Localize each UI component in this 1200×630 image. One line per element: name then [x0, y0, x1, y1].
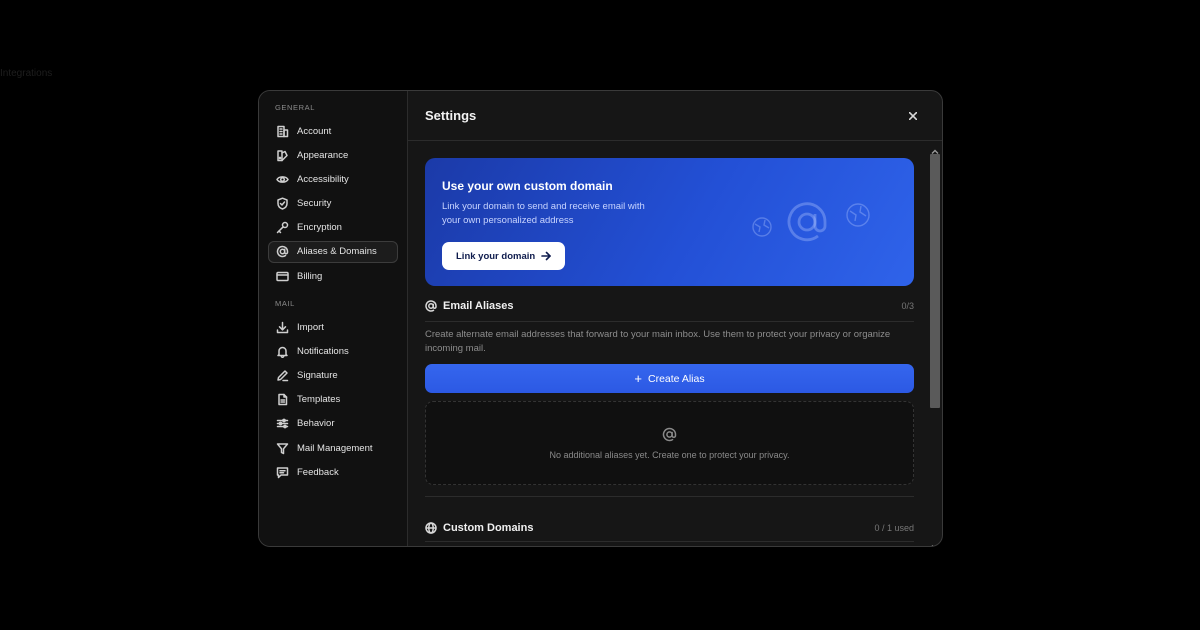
at-sign-icon — [425, 300, 437, 312]
sidebar-item-label: Appearance — [297, 149, 349, 161]
empty-state-text: No additional aliases yet. Create one to… — [549, 449, 790, 460]
background-ghost-text: Integrations — [0, 68, 53, 79]
sidebar-item-signature[interactable]: Signature — [268, 365, 398, 387]
sidebar-item-label: Accessibility — [297, 173, 349, 185]
sidebar-item-label: Encryption — [297, 222, 342, 234]
section-label-general: GENERAL — [275, 103, 316, 112]
key-icon — [276, 221, 289, 234]
scrollbar[interactable] — [928, 141, 942, 546]
file-icon — [276, 393, 289, 406]
email-aliases-title: Email Aliases — [425, 300, 514, 312]
sliders-icon — [276, 417, 289, 430]
link-domain-button[interactable]: Link your domain — [442, 242, 566, 270]
scroll-down-arrow[interactable] — [931, 538, 939, 546]
palette-icon — [276, 149, 289, 162]
sidebar-item-label: Account — [297, 125, 332, 137]
shield-icon — [276, 197, 289, 210]
sidebar-item-notifications[interactable]: Notifications — [268, 340, 398, 362]
sidebar-item-appearance[interactable]: Appearance — [268, 144, 398, 166]
sidebar-item-label: Security — [297, 198, 332, 210]
at-sign-deco-icon — [783, 198, 831, 251]
sidebar-item-billing[interactable]: Billing — [268, 265, 398, 287]
sidebar-item-label: Notifications — [297, 345, 349, 357]
aliases-count: 0/3 — [901, 301, 914, 311]
eye-icon — [276, 173, 289, 186]
sidebar-item-account[interactable]: Account — [268, 120, 398, 142]
arrow-right-icon — [541, 251, 551, 261]
chevron-down-icon — [931, 545, 939, 546]
plus-icon: + — [634, 371, 642, 386]
sidebar-item-accessibility[interactable]: Accessibility — [268, 168, 398, 190]
sidebar-item-label: Signature — [297, 370, 338, 381]
sidebar-item-encryption[interactable]: Encryption — [268, 217, 398, 239]
aliases-empty-state: No additional aliases yet. Create one to… — [425, 401, 914, 485]
globe-icon — [425, 522, 437, 534]
mail-nav: Import Notifications Signature Templates Beh… — [268, 316, 398, 483]
at-sign-icon — [276, 245, 289, 258]
page-title: Settings — [425, 108, 477, 123]
custom-domains-title: Custom Domains — [425, 522, 533, 534]
divider — [425, 321, 914, 322]
close-icon — [909, 111, 917, 120]
sidebar-item-label: Templates — [297, 394, 341, 406]
building-icon — [276, 125, 289, 138]
sidebar-item-mail-management[interactable]: Mail Management — [268, 437, 398, 459]
domains-count: 0 / 1 used — [874, 523, 914, 533]
divider — [425, 541, 914, 542]
pen-icon — [276, 369, 289, 382]
settings-main: Settings Use your own custom domain Link… — [408, 91, 942, 546]
sidebar-item-templates[interactable]: Templates — [268, 389, 398, 411]
globe-deco-icon — [751, 216, 773, 243]
scroll-up-arrow[interactable] — [931, 143, 939, 154]
globe-deco-icon — [845, 202, 871, 233]
sidebar-item-behavior[interactable]: Behavior — [268, 413, 398, 435]
custom-domain-banner: Use your own custom domain Link your dom… — [425, 158, 914, 286]
scrollbar-thumb[interactable] — [930, 154, 940, 408]
at-sign-icon — [662, 427, 677, 441]
close-button[interactable] — [906, 109, 920, 123]
bell-icon — [276, 345, 289, 358]
credit-card-icon — [276, 270, 289, 283]
custom-domains-header: Custom Domains 0 / 1 used — [425, 521, 914, 535]
banner-title: Use your own custom domain — [442, 179, 613, 193]
sidebar-item-label: Feedback — [297, 466, 339, 478]
download-icon — [276, 321, 289, 334]
general-nav: Account Appearance Accessibility Security En… — [268, 120, 398, 287]
sidebar-item-import[interactable]: Import — [268, 316, 398, 338]
settings-content: Use your own custom domain Link your dom… — [425, 158, 914, 542]
link-domain-label: Link your domain — [456, 250, 536, 262]
settings-sidebar: GENERAL Account Appearance Accessibility Se… — [259, 91, 408, 546]
sidebar-item-feedback[interactable]: Feedback — [268, 461, 398, 483]
modal-header: Settings — [408, 91, 942, 141]
filter-icon — [276, 442, 289, 455]
sidebar-item-label: Import — [297, 321, 324, 333]
aliases-description: Create alternate email addresses that fo… — [425, 329, 891, 354]
sidebar-item-label: Aliases & Domains — [297, 246, 377, 258]
sidebar-item-label: Billing — [297, 270, 323, 282]
create-alias-button[interactable]: + Create Alias — [425, 364, 914, 393]
sidebar-item-security[interactable]: Security — [268, 193, 398, 215]
divider — [425, 496, 914, 497]
message-icon — [276, 466, 289, 479]
settings-modal: GENERAL Account Appearance Accessibility Se… — [258, 90, 943, 547]
create-alias-label: Create Alias — [647, 372, 705, 385]
email-aliases-header: Email Aliases 0/3 — [425, 299, 914, 313]
banner-subtitle: Link your domain to send and receive ema… — [442, 201, 645, 226]
section-label-mail: MAIL — [275, 299, 295, 309]
sidebar-item-label: Mail Management — [297, 442, 373, 454]
sidebar-item-label: Behavior — [297, 418, 335, 430]
sidebar-item-aliases-and-domains[interactable]: Aliases & Domains — [268, 240, 398, 263]
